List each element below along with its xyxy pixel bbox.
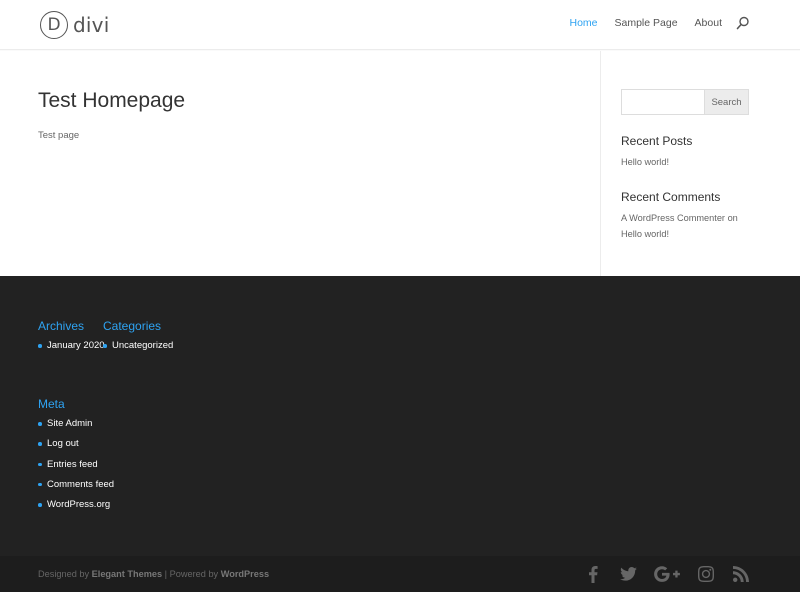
nav-item-about[interactable]: About <box>695 17 722 29</box>
logo-text: divi <box>73 13 110 37</box>
page-bottom-edge <box>0 592 800 596</box>
archives-list: January 2020 <box>38 339 105 359</box>
categories-list: Uncategorized <box>103 339 173 359</box>
comment-author-link[interactable]: A WordPress Commenter <box>621 213 725 223</box>
meta-link-wordpress-org[interactable]: WordPress.org <box>38 498 114 518</box>
meta-list: Site Admin Log out Entries feed Comments… <box>38 417 114 518</box>
meta-link-comments-feed[interactable]: Comments feed <box>38 478 114 498</box>
recent-posts-title: Recent Posts <box>621 134 693 148</box>
page-body: Test page <box>38 130 80 141</box>
google-plus-icon[interactable] <box>654 565 680 583</box>
archives-title: Archives <box>38 319 85 333</box>
sidebar-divider <box>600 51 601 276</box>
logo-mark-icon: D <box>40 11 68 39</box>
bottom-bar: Designed by Elegant Themes | Powered by … <box>0 556 800 592</box>
footer-credits: Designed by Elegant Themes | Powered by … <box>38 569 269 579</box>
search-input[interactable] <box>621 89 704 115</box>
wordpress-link[interactable]: WordPress <box>221 569 269 579</box>
credits-separator: | <box>164 569 168 579</box>
sidebar: Search Recent Posts Hello world! Recent … <box>621 89 749 242</box>
social-icons <box>567 565 750 583</box>
recent-comments-widget: Recent Comments A WordPress Commenter on… <box>621 190 749 242</box>
recent-posts-widget: Recent Posts Hello world! <box>621 134 749 170</box>
sidebar-search: Search <box>621 89 749 115</box>
search-icon[interactable] <box>736 16 750 30</box>
comment-on-text: on <box>727 213 738 223</box>
recent-comment-item: A WordPress Commenter on Hello world! <box>621 210 749 242</box>
main-content: Test Homepage Test page Search Recent Po… <box>0 51 800 276</box>
search-button[interactable]: Search <box>704 89 749 115</box>
designed-by-text: Designed by <box>38 569 90 579</box>
categories-title: Categories <box>103 319 162 333</box>
site-logo[interactable]: D divi <box>40 10 109 40</box>
nav-item-home[interactable]: Home <box>569 17 597 29</box>
meta-link-site-admin[interactable]: Site Admin <box>38 417 114 437</box>
site-header: D divi Home Sample Page About <box>0 0 800 50</box>
meta-link-log-out[interactable]: Log out <box>38 437 114 457</box>
main-nav: Home Sample Page About <box>552 16 750 30</box>
recent-comments-title: Recent Comments <box>621 190 721 204</box>
page-title: Test Homepage <box>38 89 186 112</box>
rss-icon[interactable] <box>732 565 750 583</box>
comment-post-link[interactable]: Hello world! <box>621 229 669 239</box>
twitter-icon[interactable] <box>619 565 637 583</box>
nav-item-sample-page[interactable]: Sample Page <box>615 17 678 29</box>
meta-link-entries-feed[interactable]: Entries feed <box>38 458 114 478</box>
archive-link[interactable]: January 2020 <box>38 339 105 359</box>
instagram-icon[interactable] <box>697 565 715 583</box>
facebook-icon[interactable] <box>584 565 602 583</box>
category-link[interactable]: Uncategorized <box>103 339 173 359</box>
recent-post-link[interactable]: Hello world! <box>621 154 749 170</box>
site-footer: Archives January 2020 Categories Uncateg… <box>0 276 800 556</box>
meta-title: Meta <box>38 397 65 411</box>
elegant-themes-link[interactable]: Elegant Themes <box>92 569 162 579</box>
powered-by-text: Powered by <box>169 569 219 579</box>
